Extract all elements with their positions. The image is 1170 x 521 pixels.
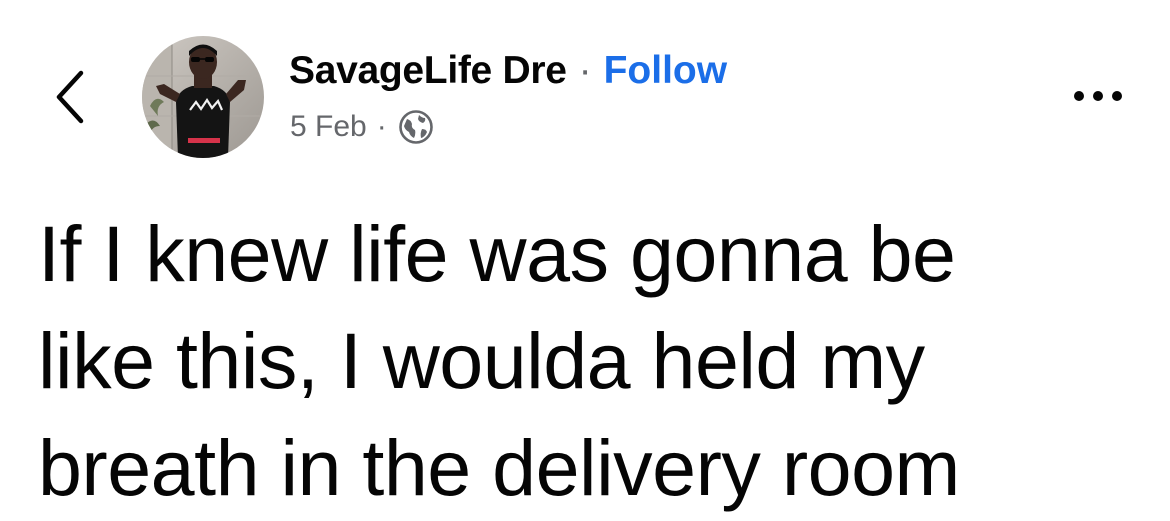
more-horizontal-icon — [1074, 91, 1084, 101]
post-text-line: breath in the delivery room — [38, 423, 960, 512]
author-line: SavageLife Dre · Follow — [289, 46, 727, 96]
post-text-line: like this, I woulda held my — [38, 316, 925, 405]
avatar[interactable] — [142, 36, 264, 158]
post-text: If I knew life was gonna be like this, I… — [38, 200, 1138, 521]
chevron-left-icon — [56, 70, 84, 124]
meta-separator-dot: · — [376, 110, 387, 143]
post-meta: 5 Feb · — [290, 106, 435, 148]
follow-button[interactable]: Follow — [604, 49, 727, 93]
more-options-button[interactable] — [1060, 76, 1136, 116]
post-text-line: If I knew life was gonna be — [38, 209, 956, 298]
separator-dot: · — [578, 49, 592, 92]
post-date[interactable]: 5 Feb — [290, 110, 367, 144]
more-horizontal-icon — [1093, 91, 1103, 101]
back-button[interactable] — [40, 62, 100, 132]
avatar-image — [142, 36, 264, 158]
author-name[interactable]: SavageLife Dre — [289, 49, 567, 93]
globe-icon — [397, 108, 435, 146]
more-horizontal-icon — [1112, 91, 1122, 101]
